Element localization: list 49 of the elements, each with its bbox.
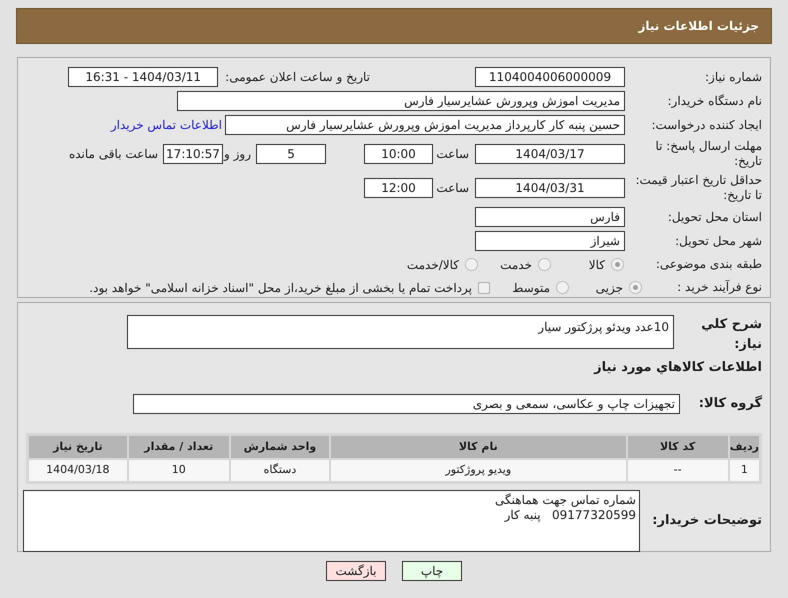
radio-button[interactable] [465, 258, 478, 271]
input-field[interactable]: حسین پنبه کار کارپرداز مدیریت اموزش وپرورش عشایرسیار فارس [225, 115, 625, 135]
field-label: ایجاد کننده درخواست: [650, 118, 762, 132]
page-title: جزئیات اطلاعات نیاز [638, 18, 759, 35]
field-label: طبقه بندی موضوعی: [654, 257, 762, 272]
checkbox[interactable] [478, 282, 490, 294]
input-field[interactable]: 10:00 [364, 144, 433, 164]
contact-link[interactable]: اطلاعات تماس خریدار [110, 116, 222, 134]
input-field[interactable]: 12:00 [364, 178, 433, 198]
field-label: مهلت ارسال پاسخ: تا تاریخ: [654, 139, 762, 169]
input-field[interactable]: 1404/03/11 - 16:31 [68, 67, 218, 87]
field-label: ساعت [436, 181, 469, 195]
field-label: پرداخت تمام یا بخشی از مبلغ خرید،از محل "اسناد خزانه اسلامی" خواهد بود. [89, 280, 472, 296]
countdown-field[interactable]: 17:10:57 [163, 144, 223, 164]
field-label: جزیی [596, 280, 623, 296]
field-label: نوع فرآیند خرید : [676, 280, 762, 295]
radio-button[interactable] [538, 258, 551, 271]
field-label: روز و [224, 147, 251, 161]
radio-button[interactable] [611, 258, 624, 271]
field-label: گروه کالا: [698, 394, 762, 413]
field-label: تاریخ و ساعت اعلان عمومی: [225, 70, 370, 84]
input-field[interactable]: فارس [475, 207, 625, 227]
radio-button[interactable] [556, 281, 569, 294]
field-label: ساعت باقی مانده [68, 147, 158, 161]
input-field[interactable]: 1404/03/31 [475, 178, 625, 198]
input-field[interactable]: 1404/03/17 [475, 144, 625, 164]
input-field[interactable]: 1104004006000009 [475, 67, 625, 87]
input-field[interactable]: مدیریت اموزش وپرورش عشایرسیار فارس [177, 91, 625, 111]
field-label: شرح کلي نياز: [700, 316, 762, 354]
text-area[interactable]: 10عدد ویدئو پرژکتور سیار [127, 315, 674, 349]
field-label: کالا [588, 256, 605, 274]
print-button[interactable]: چاپ [402, 561, 462, 581]
radio-button[interactable] [629, 281, 642, 294]
field-label: شماره نیاز: [704, 70, 762, 84]
field-label: نام دستگاه خریدار: [666, 94, 762, 108]
field-label: توضیحات خریدار: [651, 512, 762, 530]
field-label: متوسط [512, 280, 550, 296]
input-field[interactable]: 5 [256, 144, 326, 164]
back-button[interactable]: بازگشت [326, 561, 386, 581]
input-field[interactable]: شیراز [475, 231, 625, 251]
section-title: اطلاعات کالاهاي مورد نياز [592, 359, 762, 377]
field-label: حداقل تاریخ اعتبار قیمت: تا تاریخ: [634, 173, 762, 203]
field-label: ساعت [436, 147, 469, 161]
text-area[interactable]: شماره تماس جهت هماهنگی 09177320599 پنبه کار [23, 490, 640, 552]
field-label: خدمت [500, 256, 532, 274]
field-label: استان محل تحویل: [666, 210, 762, 224]
field-label: شهر محل تحویل: [674, 234, 762, 248]
input-field[interactable]: تجهیزات چاپ و عکاسی، سمعی و بصری [133, 394, 680, 414]
field-label: کالا/خدمت [406, 256, 459, 274]
